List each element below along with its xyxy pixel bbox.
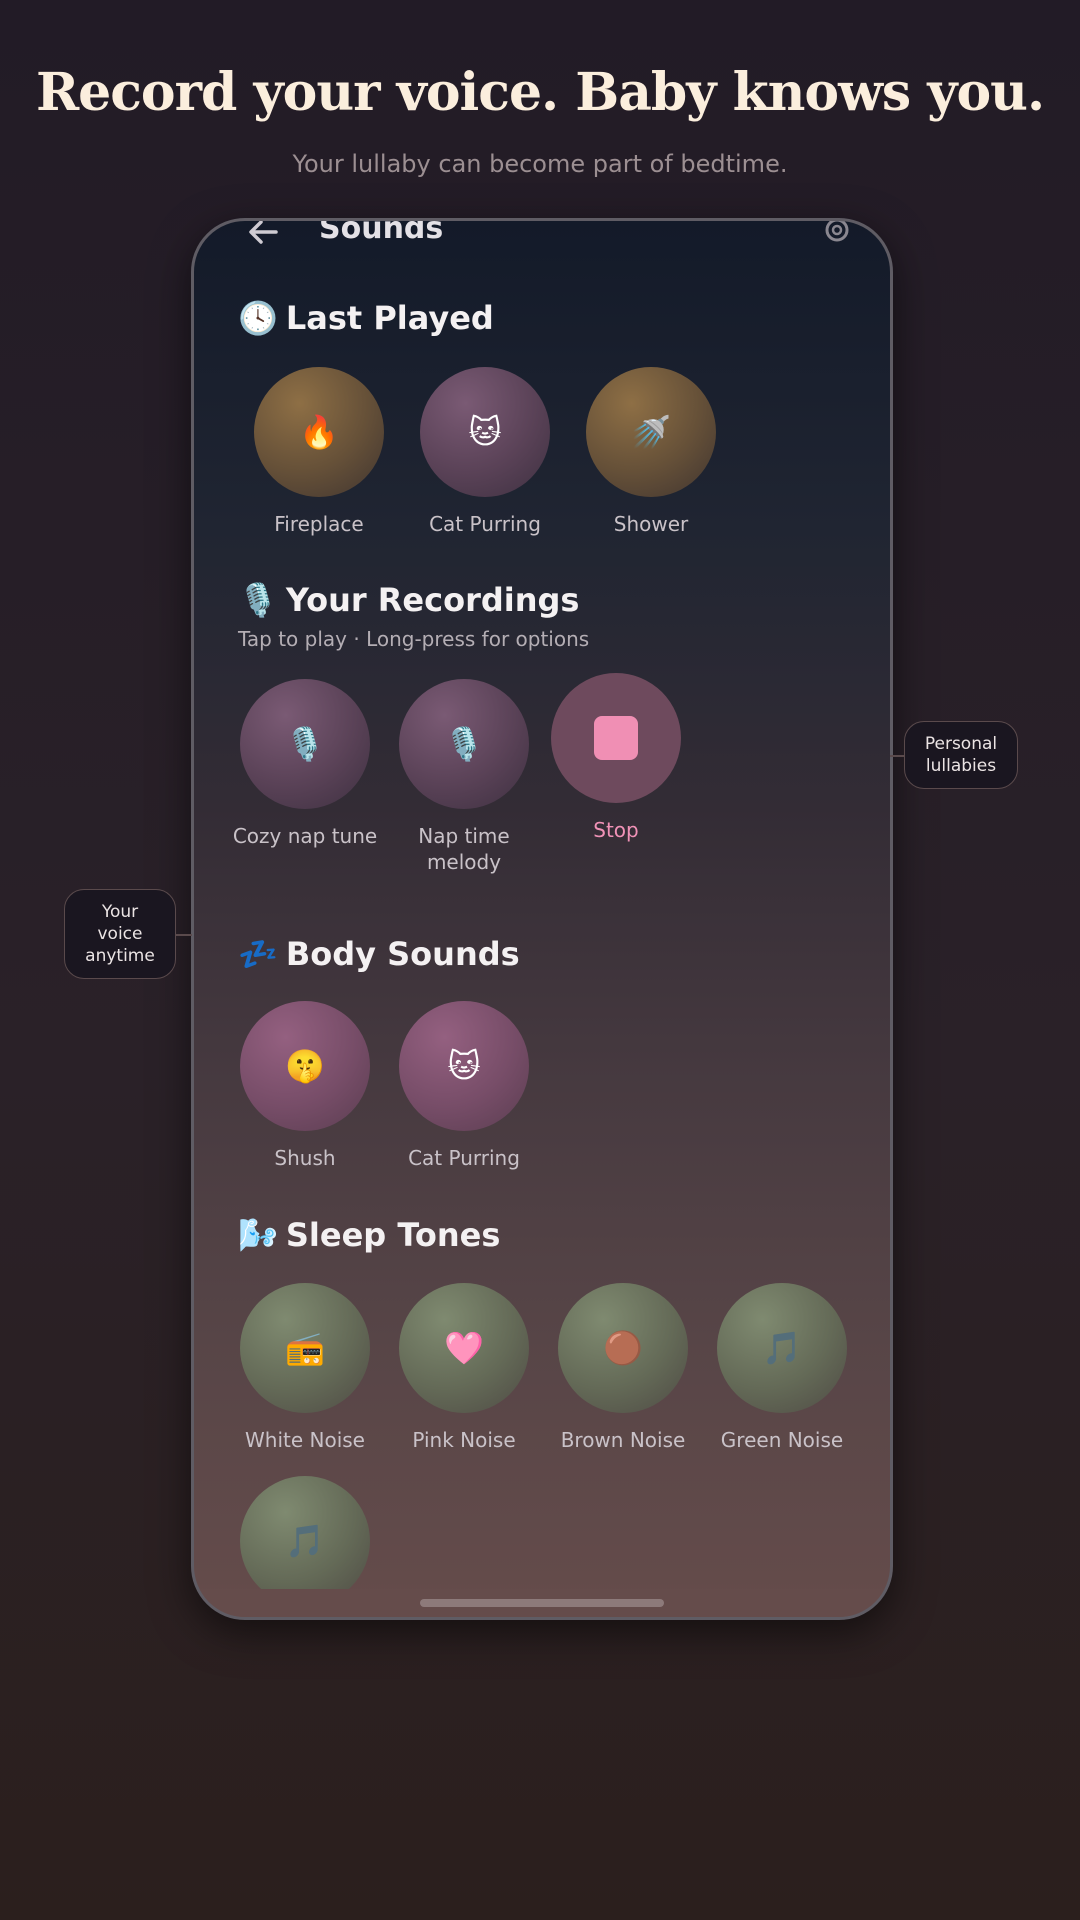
sound-label: Shower — [613, 512, 689, 536]
sound-label: White Noise — [245, 1428, 365, 1452]
section-title-last-played: 🕓 Last Played — [238, 299, 494, 337]
sound-tile-white-noise[interactable]: 📻 White Noise — [225, 1283, 385, 1453]
brown-circle-icon: 🟤 — [558, 1283, 688, 1413]
cat-icon: 🐱 — [399, 1001, 529, 1131]
sound-label: Cat Purring — [429, 512, 541, 536]
sound-label: Fireplace — [274, 512, 364, 536]
sound-tile-pink-noise[interactable]: 🩷 Pink Noise — [384, 1283, 544, 1453]
sound-tile-partial[interactable]: 🎵 — [225, 1476, 385, 1606]
arrow-left-icon[interactable] — [246, 218, 280, 249]
callout-text: Your voice anytime — [85, 902, 155, 966]
subheadline: Your lullaby can become part of bedtime. — [292, 150, 788, 178]
stop-square — [594, 716, 638, 760]
sound-tile-cat-purring-body[interactable]: 🐱 Cat Purring — [384, 1001, 544, 1171]
recording-label: Cozy nap tune — [232, 824, 378, 848]
callout-connector-left — [176, 934, 192, 936]
sound-tile-cat-purring[interactable]: 🐱 Cat Purring — [405, 367, 565, 537]
callout-text: Personal lullabies — [924, 734, 998, 776]
sound-tile-shower[interactable]: 🚿 Shower — [571, 367, 731, 537]
stop-label: Stop — [593, 818, 639, 842]
microphone-icon: 🎙️ — [238, 581, 278, 619]
recording-tile-cozy-nap-tune[interactable]: 🎙️ Cozy nap tune — [225, 679, 385, 849]
top-app-bar: Sounds — [194, 221, 890, 261]
section-title-body-sounds: 💤 Body Sounds — [238, 935, 520, 973]
sound-tile-brown-noise[interactable]: 🟤 Brown Noise — [543, 1283, 703, 1453]
heart-icon: 🩷 — [399, 1283, 529, 1413]
sound-label: Green Noise — [720, 1428, 844, 1452]
microphone-icon: 🎙️ — [399, 679, 529, 809]
stop-recording-button[interactable]: Stop — [536, 673, 696, 843]
radio-icon: 📻 — [240, 1283, 370, 1413]
sound-label: Cat Purring — [408, 1146, 520, 1170]
section-title-text: Your Recordings — [285, 581, 580, 619]
clock-icon: 🕓 — [238, 299, 278, 337]
callout-your-voice: Your voice anytime — [64, 889, 176, 979]
microphone-icon: 🎙️ — [240, 679, 370, 809]
recording-tile-nap-time-melody[interactable]: 🎙️ Nap time melody — [384, 679, 544, 875]
callout-connector-right — [890, 755, 904, 757]
home-indicator[interactable] — [420, 1599, 664, 1607]
section-title-text: Last Played — [285, 299, 494, 337]
music-note-icon: 🎵 — [240, 1476, 370, 1606]
recording-label: Nap time melody — [418, 824, 510, 874]
section-title-sleep-tones: 🌬️ Sleep Tones — [238, 1216, 500, 1254]
zzz-icon: 💤 — [238, 935, 278, 973]
phone-mockup: Sounds 🕓 Last Played 🔥 Fireplace 🐱 Cat P… — [191, 218, 893, 1620]
shower-icon: 🚿 — [586, 367, 716, 497]
music-note-icon: 🎵 — [717, 1283, 847, 1413]
wind-icon: 🌬️ — [238, 1216, 278, 1254]
section-title-text: Sleep Tones — [285, 1216, 501, 1254]
cat-icon: 🐱 — [420, 367, 550, 497]
gear-icon[interactable] — [822, 218, 852, 245]
sound-label: Pink Noise — [412, 1428, 516, 1452]
stop-icon — [551, 673, 681, 803]
sound-label: Brown Noise — [560, 1428, 686, 1452]
fire-icon: 🔥 — [254, 367, 384, 497]
sound-tile-fireplace[interactable]: 🔥 Fireplace — [239, 367, 399, 537]
callout-personal-lullabies: Personal lullabies — [904, 721, 1018, 789]
sound-tile-green-noise[interactable]: 🎵 Green Noise — [702, 1283, 862, 1453]
section-title-recordings: 🎙️ Your Recordings — [238, 581, 579, 619]
sound-tile-shush[interactable]: 🤫 Shush — [225, 1001, 385, 1171]
screen-title: Sounds — [319, 218, 444, 246]
shush-icon: 🤫 — [240, 1001, 370, 1131]
recordings-hint: Tap to play · Long-press for options — [238, 627, 590, 651]
sound-label: Shush — [274, 1146, 336, 1170]
headline: Record your voice. Baby knows you. — [35, 62, 1045, 123]
section-title-text: Body Sounds — [285, 935, 520, 973]
